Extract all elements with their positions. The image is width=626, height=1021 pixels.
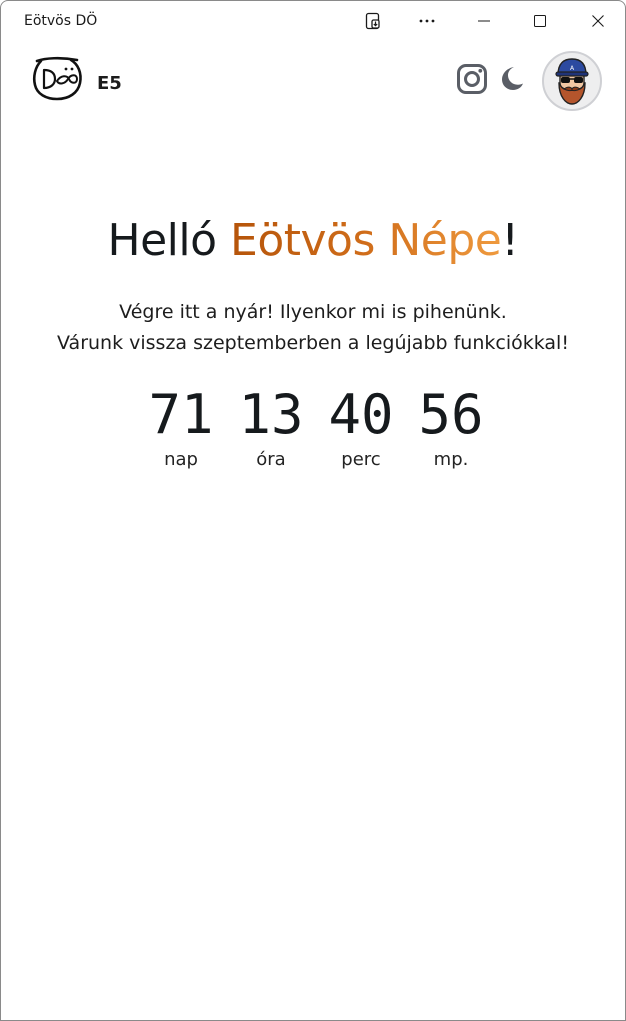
countdown-value: 56 bbox=[418, 383, 484, 446]
more-options-button[interactable] bbox=[404, 1, 450, 41]
countdown-minutes: 40 perc bbox=[321, 385, 401, 473]
countdown-label: nap bbox=[164, 449, 198, 470]
countdown-label: perc bbox=[341, 449, 381, 470]
app-available-button[interactable] bbox=[351, 1, 397, 41]
countdown-label: mp. bbox=[433, 449, 469, 470]
countdown-value: 71 bbox=[148, 383, 214, 446]
title-punctuation: ! bbox=[501, 215, 519, 266]
user-avatar-icon: A bbox=[555, 58, 589, 105]
message-line-1: Végre itt a nyár! Ilyenkor mi is pihenün… bbox=[119, 301, 507, 323]
brand-code: E5 bbox=[97, 73, 122, 94]
countdown-label: óra bbox=[256, 449, 286, 470]
close-icon bbox=[592, 15, 604, 27]
ellipsis-icon bbox=[419, 19, 435, 23]
countdown-hours: 13 óra bbox=[231, 385, 311, 473]
maximize-button[interactable] bbox=[517, 1, 563, 41]
instagram-icon[interactable] bbox=[456, 63, 488, 95]
countdown-value: 13 bbox=[238, 383, 304, 446]
app-install-icon bbox=[365, 12, 380, 30]
app-header: E5 A bbox=[1, 41, 625, 121]
title-bar: Eötvös DÖ bbox=[1, 1, 625, 41]
window-title: Eötvös DÖ bbox=[24, 13, 98, 29]
highlight-text: Eötvös Népe bbox=[230, 215, 502, 266]
countdown-timer: 71 nap 13 óra 40 perc 56 mp. bbox=[141, 385, 491, 473]
countdown-value: 40 bbox=[328, 383, 394, 446]
greeting-text: Helló bbox=[107, 215, 218, 266]
minimize-icon bbox=[478, 20, 490, 22]
countdown-seconds: 56 mp. bbox=[411, 385, 491, 473]
vacation-message: Végre itt a nyár! Ilyenkor mi is pihenün… bbox=[1, 297, 625, 359]
moon-icon[interactable] bbox=[499, 65, 525, 91]
avatar[interactable]: A bbox=[542, 51, 602, 111]
app-window: Eötvös DÖ E5 A Helló Eötvös Népe! Végre … bbox=[0, 0, 626, 1021]
maximize-icon bbox=[534, 15, 546, 27]
minimize-button[interactable] bbox=[461, 1, 507, 41]
do-logo-icon[interactable] bbox=[31, 55, 83, 101]
page-title: Helló Eötvös Népe! bbox=[1, 215, 625, 266]
close-button[interactable] bbox=[575, 1, 621, 41]
countdown-days: 71 nap bbox=[141, 385, 221, 473]
message-line-2: Várunk vissza szeptemberben a legújabb f… bbox=[57, 332, 569, 354]
